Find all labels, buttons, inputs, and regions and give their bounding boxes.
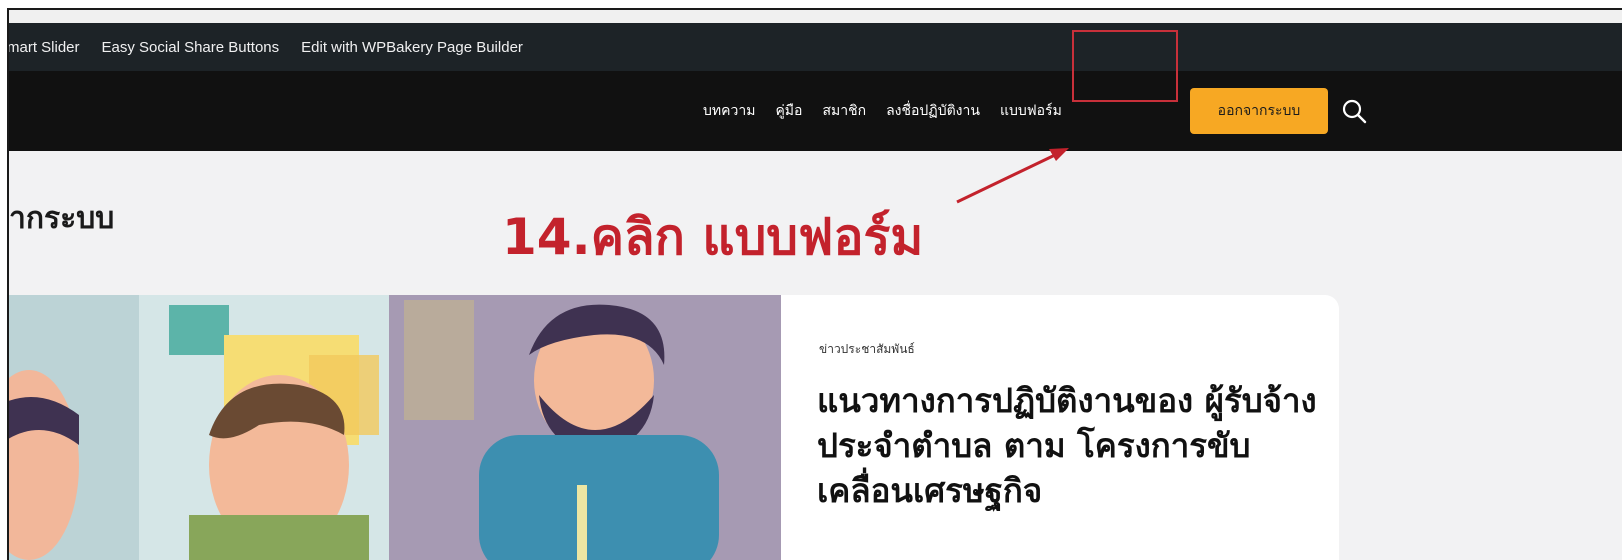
article-hero-image[interactable] — [9, 295, 781, 560]
search-icon[interactable] — [1341, 98, 1367, 124]
page-title: ากระบบ — [9, 201, 115, 236]
browser-top-strip — [9, 10, 1622, 23]
illustration-people-icon — [9, 295, 781, 560]
logout-button[interactable]: ออกจากระบบ — [1190, 88, 1328, 134]
wp-admin-bar: mart Slider Easy Social Share Buttons Ed… — [9, 23, 1622, 71]
article-card[interactable]: ข่าวประชาสัมพันธ์ แนวทางการปฏิบัติงานของ… — [781, 295, 1339, 560]
article-category[interactable]: ข่าวประชาสัมพันธ์ — [819, 340, 915, 359]
admin-item-smart-slider[interactable]: mart Slider — [9, 39, 80, 56]
browser-viewport: mart Slider Easy Social Share Buttons Ed… — [7, 8, 1622, 560]
annotation-highlight-box — [1072, 30, 1178, 102]
annotation-label: 14.คลิก แบบฟอร์ม — [502, 208, 924, 266]
nav-item-articles[interactable]: บทความ — [703, 100, 755, 122]
nav-item-forms[interactable]: แบบฟอร์ม — [1000, 100, 1062, 122]
nav-item-manual[interactable]: คู่มือ — [775, 100, 802, 122]
main-nav: บทความ คู่มือ สมาชิก ลงชื่อปฏิบัติงาน แบ… — [703, 71, 1082, 151]
article-title[interactable]: แนวทางการปฏิบัติงานของ ผู้รับจ้างประจำตำ… — [817, 378, 1337, 513]
site-header: บทความ คู่มือ สมาชิก ลงชื่อปฏิบัติงาน แบ… — [9, 71, 1622, 151]
nav-item-checkin[interactable]: ลงชื่อปฏิบัติงาน — [886, 100, 980, 122]
admin-item-easy-social-share[interactable]: Easy Social Share Buttons — [102, 39, 280, 56]
admin-item-wpbakery[interactable]: Edit with WPBakery Page Builder — [301, 39, 523, 56]
nav-item-members[interactable]: สมาชิก — [822, 100, 866, 122]
